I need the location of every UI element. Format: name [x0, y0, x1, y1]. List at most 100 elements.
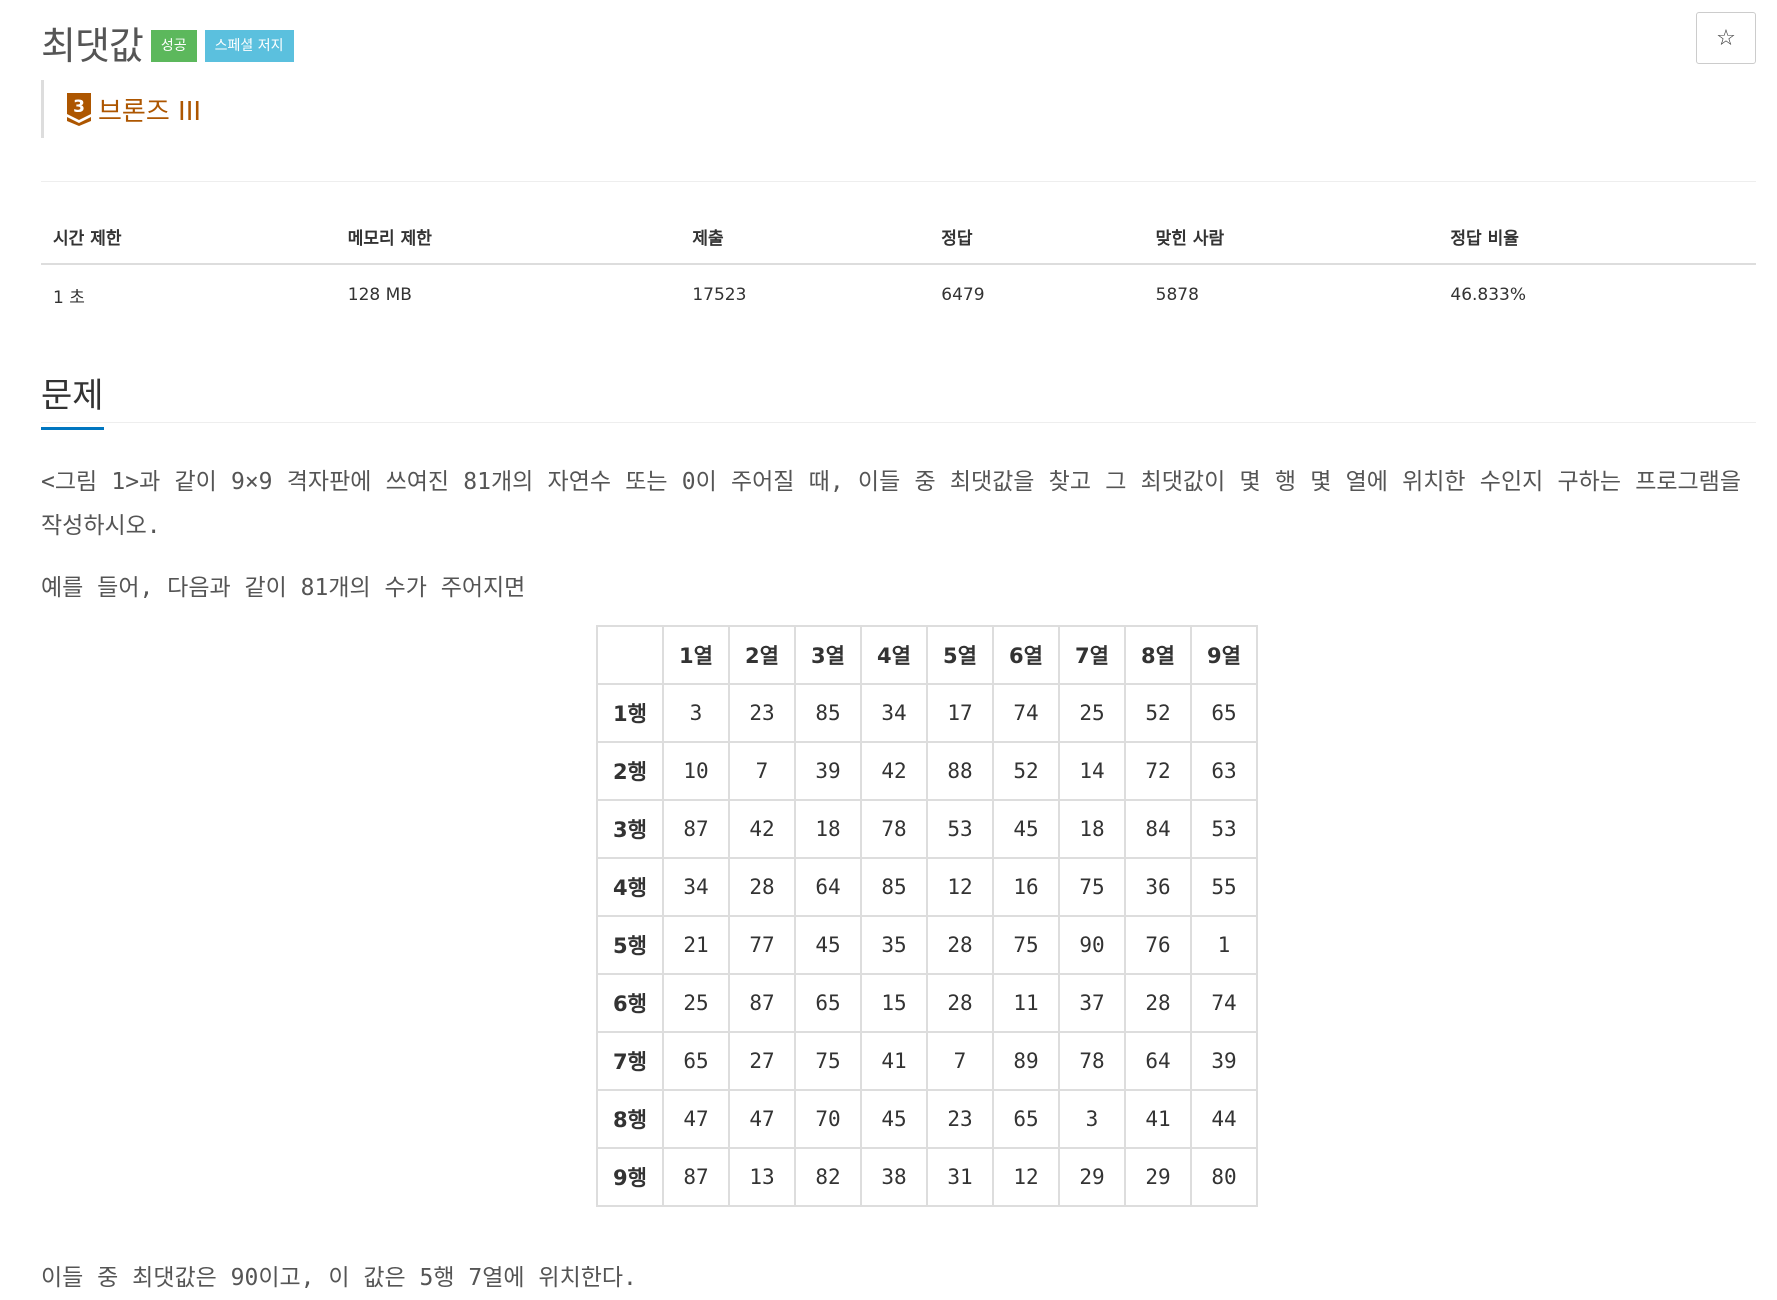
grid-cell: 76	[1124, 915, 1192, 975]
grid-row-header: 4행	[596, 857, 664, 917]
grid-row: 2행 10 7 39 42 88 52 14 72 63	[596, 741, 1258, 801]
section-heading: 문제	[41, 368, 104, 430]
divider	[41, 181, 1756, 182]
grid-cell: 74	[992, 683, 1060, 743]
grid-cell: 16	[992, 857, 1060, 917]
grid-cell: 29	[1124, 1147, 1192, 1207]
info-column-header: 시간 제한	[41, 212, 336, 265]
grid-cell: 25	[1058, 683, 1126, 743]
example-grid-table: 1열 2열 3열 4열 5열 6열 7열 8열 9열 1행 3 23 85 34 17 74 25 52 65 2행…	[596, 625, 1258, 1207]
grid-header-row: 1열 2열 3열 4열 5열 6열 7열 8열 9열	[596, 625, 1258, 685]
grid-cell: 42	[860, 741, 928, 801]
grid-cell: 45	[992, 799, 1060, 859]
grid-cell: 15	[860, 973, 928, 1033]
grid-cell: 85	[860, 857, 928, 917]
grid-cell: 28	[926, 915, 994, 975]
info-column-header: 맞힌 사람	[1143, 212, 1439, 265]
grid-cell: 7	[728, 741, 796, 801]
problem-paragraph: <그림 1>과 같이 9×9 격자판에 쓰여진 81개의 자연수 또는 0이 주…	[41, 469, 1741, 539]
grid-cell: 78	[860, 799, 928, 859]
grid-cell: 42	[728, 799, 796, 859]
info-value-row: 1 초 128 MB 17523 6479 5878 46.833%	[41, 264, 1756, 319]
grid-row-header: 7행	[596, 1031, 664, 1091]
grid-row: 4행 34 28 64 85 12 16 75 36 55	[596, 857, 1258, 917]
grid-cell: 14	[1058, 741, 1126, 801]
grid-cell: 27	[728, 1031, 796, 1091]
grid-cell: 75	[794, 1031, 862, 1091]
grid-cell: 64	[794, 857, 862, 917]
grid-cell: 31	[926, 1147, 994, 1207]
special-judge-badge: 스페셜 저지	[204, 30, 294, 62]
grid-cell: 84	[1124, 799, 1192, 859]
grid-cell: 65	[992, 1089, 1060, 1149]
grid-cell: 75	[992, 915, 1060, 975]
tier-label: 브론즈 III	[98, 96, 202, 127]
grid-row: 9행 87 13 82 38 31 12 29 29 80	[596, 1147, 1258, 1207]
grid-cell: 37	[1058, 973, 1126, 1033]
title-row: 최댓값 성공 스페셜 저지	[41, 14, 294, 70]
grid-cell: 35	[860, 915, 928, 975]
grid-cell: 12	[926, 857, 994, 917]
info-value-cell: 128 MB	[347, 285, 412, 305]
info-value-cell: 6479	[941, 285, 985, 305]
grid-cell: 53	[1190, 799, 1258, 859]
grid-cell: 3	[1058, 1089, 1126, 1149]
grid-row-header: 8행	[596, 1089, 664, 1149]
success-badge: 성공	[150, 30, 197, 62]
grid-cell: 72	[1124, 741, 1192, 801]
grid-cell: 88	[926, 741, 994, 801]
grid-cell: 89	[992, 1031, 1060, 1091]
grid-cell: 41	[1124, 1089, 1192, 1149]
grid-row: 7행 65 27 75 41 7 89 78 64 39	[596, 1031, 1258, 1091]
grid-row-header: 1행	[596, 683, 664, 743]
grid-cell: 75	[1058, 857, 1126, 917]
grid-row-header: 2행	[596, 741, 664, 801]
info-value-cell: 46.833%	[1450, 285, 1527, 305]
grid-cell: 87	[662, 1147, 730, 1207]
grid-cell: 65	[1190, 683, 1258, 743]
grid-corner-cell	[596, 625, 664, 685]
grid-row: 1행 3 23 85 34 17 74 25 52 65	[596, 683, 1258, 743]
grid-cell: 7	[926, 1031, 994, 1091]
info-header-row: 시간 제한 메모리 제한 제출 정답 맞힌 사람 정답 비율	[41, 212, 1756, 265]
grid-cell: 87	[662, 799, 730, 859]
grid-column-header: 6열	[992, 625, 1060, 685]
grid-cell: 65	[794, 973, 862, 1033]
grid-cell: 11	[992, 973, 1060, 1033]
problem-paragraph: 예를 들어, 다음과 같이 81개의 수가 주어지면	[41, 575, 526, 601]
favorite-star-button[interactable]: ☆	[1696, 12, 1756, 64]
grid-cell: 90	[1058, 915, 1126, 975]
info-column-header: 정답	[929, 212, 1144, 265]
info-value-cell: 17523	[692, 285, 747, 305]
problem-info-table: 시간 제한 메모리 제한 제출 정답 맞힌 사람 정답 비율 1 초 128 MB 17523…	[41, 212, 1756, 319]
grid-cell: 85	[794, 683, 862, 743]
grid-cell: 25	[662, 973, 730, 1033]
grid-cell: 45	[860, 1089, 928, 1149]
grid-cell: 52	[992, 741, 1060, 801]
grid-cell: 28	[926, 973, 994, 1033]
grid-cell: 28	[1124, 973, 1192, 1033]
tier-number: 3	[73, 97, 85, 117]
grid-cell: 47	[662, 1089, 730, 1149]
bronze-tier-icon: 3	[66, 92, 92, 126]
info-column-header: 메모리 제한	[335, 212, 681, 265]
grid-cell: 44	[1190, 1089, 1258, 1149]
grid-cell: 3	[662, 683, 730, 743]
grid-row: 5행 21 77 45 35 28 75 90 76 1	[596, 915, 1258, 975]
grid-cell: 34	[860, 683, 928, 743]
grid-cell: 77	[728, 915, 796, 975]
grid-row-header: 3행	[596, 799, 664, 859]
grid-cell: 23	[926, 1089, 994, 1149]
problem-section-header: 문제	[41, 360, 1756, 430]
grid-cell: 38	[860, 1147, 928, 1207]
grid-row: 6행 25 87 65 15 28 11 37 28 74	[596, 973, 1258, 1033]
grid-cell: 17	[926, 683, 994, 743]
grid-column-header: 5열	[926, 625, 994, 685]
problem-title: 최댓값	[41, 23, 144, 68]
info-column-header: 제출	[680, 212, 930, 265]
grid-cell: 28	[728, 857, 796, 917]
grid-column-header: 9열	[1190, 625, 1258, 685]
grid-column-header: 3열	[794, 625, 862, 685]
problem-paragraph: 이들 중 최댓값은 90이고, 이 값은 5행 7열에 위치한다.	[41, 1265, 637, 1291]
grid-column-header: 7열	[1058, 625, 1126, 685]
